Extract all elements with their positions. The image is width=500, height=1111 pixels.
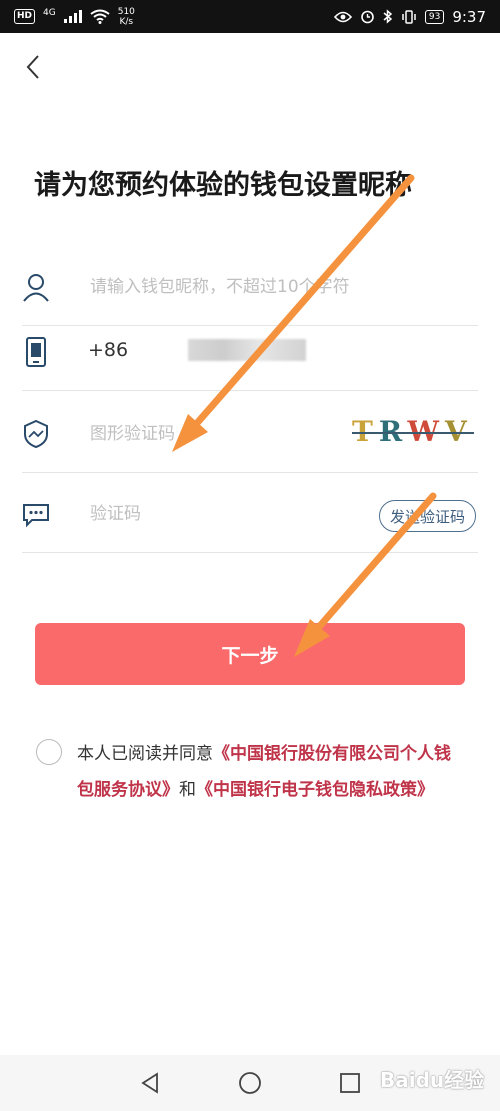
eye-icon <box>333 11 352 22</box>
status-right: 93 9:37 <box>333 7 486 26</box>
chevron-left-icon <box>26 55 39 79</box>
speed-value: 510 <box>117 6 135 17</box>
speed-unit: K/s <box>119 16 134 27</box>
sms-code-row: 发送验证码 <box>22 473 478 553</box>
nav-back-button[interactable] <box>135 1068 165 1098</box>
captcha-row: TRWV <box>22 393 478 473</box>
captcha-noise-line <box>352 432 474 434</box>
captcha-image[interactable]: TRWV <box>352 415 476 451</box>
agreement-joiner: 和 <box>179 780 196 800</box>
status-bar: HD 4G 510 K/s 93 9:37 <box>0 0 500 33</box>
agreement-text: 本人已阅读并同意《中国银行股份有限公司个人钱包服务协议》和《中国银行电子钱包隐私… <box>77 736 467 808</box>
network-type: 4G <box>43 7 56 18</box>
battery-icon: 93 <box>424 9 445 24</box>
page-title: 请为您预约体验的钱包设置昵称 <box>34 170 412 201</box>
agreement-prefix: 本人已阅读并同意 <box>77 744 213 764</box>
shield-icon <box>24 419 48 449</box>
privacy-policy-link[interactable]: 《中国银行电子钱包隐私政策》 <box>196 780 434 800</box>
nav-home-button[interactable] <box>235 1068 265 1098</box>
phone-icon <box>26 337 46 367</box>
agreement-checkbox[interactable] <box>36 739 62 765</box>
next-step-button[interactable]: 下一步 <box>35 623 465 685</box>
bluetooth-icon <box>383 9 393 24</box>
hd-badge: HD <box>14 9 36 24</box>
phone-country-code: +86 <box>88 339 129 361</box>
send-code-button[interactable]: 发送验证码 <box>378 500 476 532</box>
phone-number-masked[interactable] <box>188 339 306 361</box>
status-left: HD 4G 510 K/s <box>14 7 135 27</box>
circle-home-icon <box>239 1072 261 1094</box>
signal-icon <box>63 10 82 23</box>
square-recents-icon <box>340 1073 360 1093</box>
triangle-back-icon <box>141 1072 158 1094</box>
captcha-input[interactable] <box>88 413 362 455</box>
user-icon <box>23 274 49 302</box>
vibrate-icon <box>402 9 416 24</box>
back-button[interactable] <box>18 52 48 82</box>
network-speed: 510 K/s <box>118 7 135 27</box>
phone-row: +86 <box>22 311 478 391</box>
nav-recents-button[interactable] <box>335 1068 365 1098</box>
message-icon <box>23 504 49 528</box>
sms-code-input[interactable] <box>88 493 292 535</box>
nickname-input[interactable] <box>88 266 362 308</box>
wifi-icon <box>90 9 110 24</box>
baidu-watermark: Baidu经验 <box>380 1068 485 1092</box>
alarm-icon <box>361 10 374 24</box>
status-time: 9:37 <box>452 7 486 26</box>
